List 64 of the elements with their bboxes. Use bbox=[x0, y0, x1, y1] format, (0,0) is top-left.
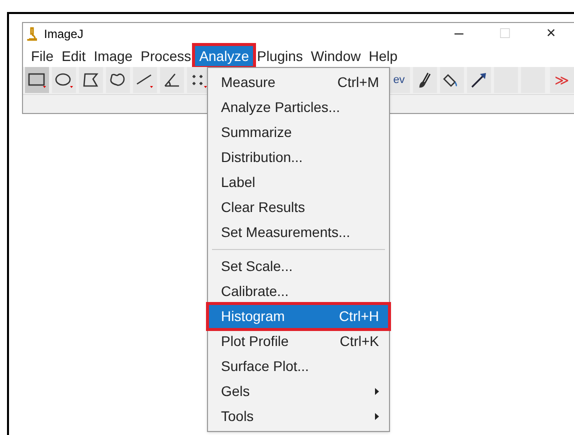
tool-button[interactable] bbox=[440, 67, 464, 93]
tool-button[interactable] bbox=[133, 67, 157, 93]
menu-label: Surface Plot... bbox=[221, 357, 309, 376]
menu-item[interactable]: Process bbox=[136, 46, 196, 66]
arrow-icon bbox=[470, 72, 488, 88]
menu-label: Clear Results bbox=[221, 198, 306, 217]
menu-item[interactable]: Window bbox=[306, 46, 365, 66]
menu-item[interactable]: Analyze bbox=[195, 46, 253, 66]
tool-button[interactable] bbox=[467, 67, 491, 93]
menu-label: Measure bbox=[221, 73, 276, 92]
menu-entry[interactable]: Calibrate... bbox=[208, 279, 389, 304]
menu-item[interactable]: Help bbox=[364, 46, 402, 66]
tool-button[interactable] bbox=[25, 67, 49, 93]
menu-entry[interactable]: Tools bbox=[208, 404, 389, 429]
rectangle-icon bbox=[28, 72, 46, 88]
menu-label: Plot Profile bbox=[221, 332, 289, 351]
menu-label: Calibrate... bbox=[221, 282, 289, 301]
shortcut-label: Ctrl+M bbox=[337, 73, 379, 92]
more-tools-button[interactable]: ≫ bbox=[550, 67, 574, 93]
menu-label: Histogram bbox=[221, 307, 285, 326]
menu-entry[interactable]: Summarize bbox=[208, 120, 389, 145]
menu-label: Gels bbox=[221, 382, 250, 401]
tool-button[interactable] bbox=[106, 67, 130, 93]
angle-icon bbox=[163, 72, 181, 88]
shortcut-label: Ctrl+K bbox=[340, 332, 379, 351]
shortcut-label: Ctrl+H bbox=[338, 307, 379, 326]
menu-item[interactable]: File bbox=[27, 46, 58, 66]
menu-entry[interactable]: Set Measurements... bbox=[208, 220, 389, 245]
menu-entry[interactable]: Plot Profile Ctrl+K bbox=[208, 329, 389, 354]
tool-button[interactable] bbox=[160, 67, 184, 93]
menu-entry[interactable]: Histogram Ctrl+H bbox=[208, 304, 389, 329]
menu-label: Distribution... bbox=[221, 148, 303, 167]
menu-entry[interactable]: Label bbox=[208, 170, 389, 195]
tool-button[interactable]: ev bbox=[388, 67, 410, 93]
menu-entry[interactable]: Measure Ctrl+M bbox=[208, 70, 389, 95]
polygon-icon bbox=[82, 72, 100, 88]
menu-entry[interactable]: Clear Results bbox=[208, 195, 389, 220]
menu-entry[interactable]: Set Scale... bbox=[208, 254, 389, 279]
submenu-arrow-icon bbox=[375, 413, 379, 420]
window-control-button[interactable]: × bbox=[528, 23, 574, 45]
microscope-icon bbox=[26, 27, 38, 41]
menu-label: Summarize bbox=[221, 123, 292, 142]
menu-entry[interactable]: Distribution... bbox=[208, 145, 389, 170]
menu-entry[interactable]: Surface Plot... bbox=[208, 354, 389, 379]
menu-item[interactable]: Image bbox=[90, 46, 137, 66]
menu-label: Set Scale... bbox=[221, 257, 293, 276]
menu-label: Tools bbox=[221, 407, 254, 426]
window-control-button[interactable]: – bbox=[436, 23, 482, 45]
tool-button[interactable] bbox=[79, 67, 103, 93]
freehand-icon bbox=[109, 72, 127, 88]
window-title: ImageJ bbox=[44, 26, 84, 43]
menu-entry[interactable]: Gels bbox=[208, 379, 389, 404]
tool-button[interactable] bbox=[52, 67, 76, 93]
menu-item[interactable]: Edit bbox=[58, 46, 90, 66]
points-icon bbox=[190, 72, 208, 88]
menu-entry[interactable]: Analyze Particles... bbox=[208, 95, 389, 120]
oval-icon bbox=[55, 72, 73, 88]
menu-item[interactable]: Plugins bbox=[253, 46, 307, 66]
line-icon bbox=[136, 72, 154, 88]
submenu-arrow-icon bbox=[375, 388, 379, 395]
tool-button[interactable] bbox=[413, 67, 437, 93]
menu-label: Analyze Particles... bbox=[221, 98, 340, 117]
menu-label: Label bbox=[221, 173, 256, 192]
menu-label: Set Measurements... bbox=[221, 223, 350, 242]
